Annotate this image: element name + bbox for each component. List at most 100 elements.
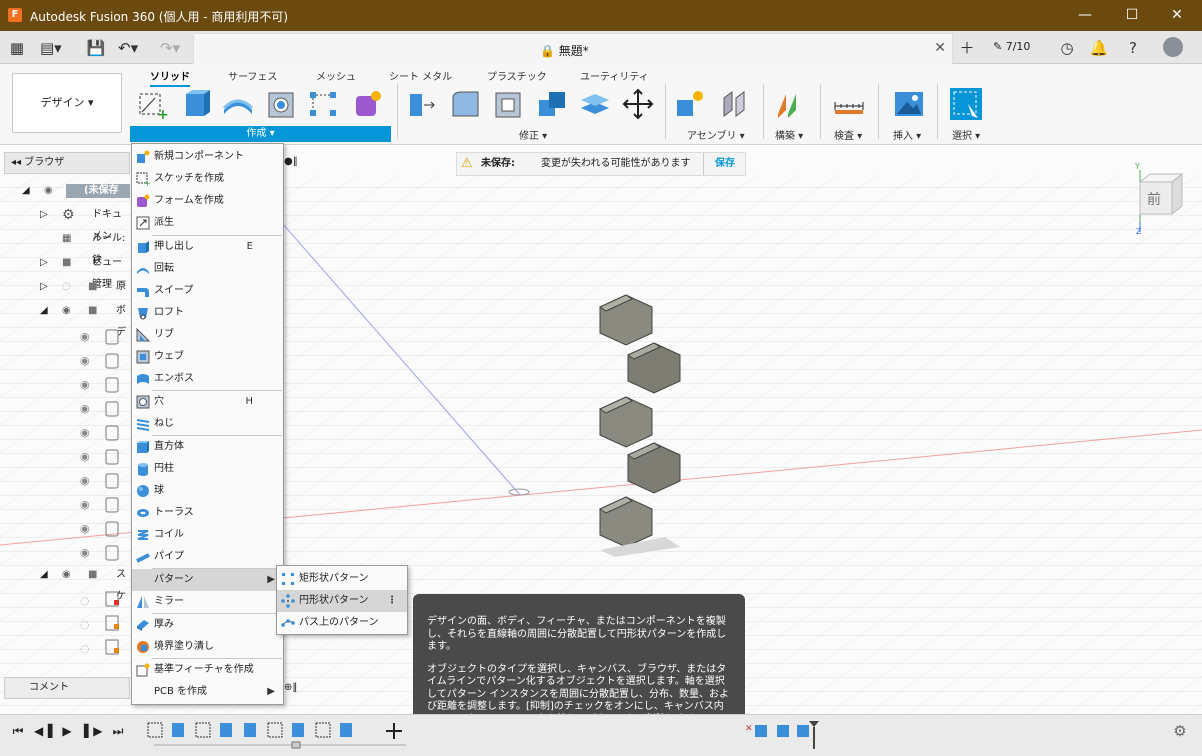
expand-arrow-icon[interactable]: ▷ <box>40 252 48 274</box>
submenu-item-circular-pattern[interactable]: 円形状パターン ⋮ <box>277 590 407 612</box>
revolve-icon[interactable] <box>222 88 254 120</box>
tab-solid[interactable]: ソリッド <box>150 68 190 87</box>
more-options-icon[interactable]: ⋮ <box>387 590 397 612</box>
expand-arrow-icon[interactable]: ▷ <box>40 276 48 298</box>
view-cube[interactable]: Y Z 前 <box>1128 160 1190 236</box>
menu-item-create-pcb[interactable]: PCB を作成 ▶ <box>132 681 283 703</box>
job-status[interactable]: ✎ 7/10 <box>993 40 1030 53</box>
timeline-start-icon[interactable]: ⏮ <box>10 723 26 739</box>
tab-sheet-metal[interactable]: シート メタル <box>389 68 452 83</box>
maximize-button[interactable]: ☐ <box>1121 6 1143 24</box>
offset-plane-icon[interactable] <box>774 88 806 120</box>
timeline-features-end[interactable]: ✕ <box>745 721 825 751</box>
browser-pin-icon[interactable]: ●‖ <box>284 156 298 167</box>
menu-item-base-feature[interactable]: 基準フィーチャを作成 <box>132 659 283 681</box>
menu-item-revolve[interactable]: 回転 <box>132 258 283 280</box>
help-icon[interactable]: ? <box>1123 38 1143 58</box>
timeline-forward-icon[interactable]: ▌▶ <box>84 723 102 739</box>
tree-row-root[interactable]: ◢ ◉ (未保存 <box>0 180 130 202</box>
create-sketch-icon[interactable]: + <box>137 88 169 120</box>
clock-icon[interactable]: ◷ <box>1057 38 1077 58</box>
menu-item-thread[interactable]: ねじ <box>132 413 283 435</box>
create-form-icon[interactable] <box>352 88 384 120</box>
browser-panel-header[interactable]: ◂◂ ブラウザ <box>4 152 130 174</box>
select-icon[interactable] <box>950 88 982 120</box>
extrude-icon[interactable] <box>180 88 212 120</box>
offset-face-icon[interactable] <box>579 88 611 120</box>
modify-group-label[interactable]: 修正 ▾ <box>519 127 547 142</box>
collapse-arrow-icon[interactable]: ◢ <box>40 564 48 586</box>
comments-panel-header[interactable]: コメント <box>4 677 130 699</box>
file-menu-icon[interactable]: ▤▾ <box>40 38 62 58</box>
joint-icon[interactable] <box>718 88 750 120</box>
redo-icon[interactable]: ↷▾ <box>160 38 180 58</box>
menu-item-coil[interactable]: コイル <box>132 524 283 546</box>
rectangular-pattern-icon[interactable] <box>308 88 340 120</box>
create-group-label[interactable]: 作成 ▾ <box>130 126 391 142</box>
tree-row-bodies[interactable]: ◢ ◉ ■ ボデ <box>0 300 130 338</box>
menu-item-loft[interactable]: ロフト <box>132 302 283 324</box>
assemble-group-label[interactable]: アセンブリ ▾ <box>687 127 745 142</box>
tree-row-document-settings[interactable]: ▷ ⚙ ドキュメン <box>0 204 130 242</box>
tree-row-origin[interactable]: ▷ ◌ ■ 原 <box>0 276 130 298</box>
expand-arrow-icon[interactable]: ▷ <box>40 204 48 226</box>
menu-item-derive[interactable]: 派生 <box>132 212 283 234</box>
timeline-play-icon[interactable]: ▶ <box>59 723 75 739</box>
inspect-group-label[interactable]: 検査 ▾ <box>834 127 862 142</box>
menu-item-create-sketch[interactable]: + スケッチを作成 <box>132 168 283 190</box>
move-icon[interactable] <box>622 88 654 120</box>
hidden-eye-icon[interactable]: ◌ <box>62 276 71 298</box>
submenu-item-rectangular-pattern[interactable]: 矩形状パターン <box>277 568 407 590</box>
close-window-button[interactable]: ✕ <box>1166 6 1188 24</box>
menu-item-sweep[interactable]: スイープ <box>132 280 283 302</box>
visibility-eye-icon[interactable]: ◉ <box>62 564 71 586</box>
menu-item-new-component[interactable]: 新規コンポーネント <box>132 146 283 168</box>
menu-item-hole[interactable]: 穴H <box>132 391 283 413</box>
hole-icon[interactable] <box>266 88 298 120</box>
save-icon[interactable]: 💾 <box>86 38 106 58</box>
menu-item-boundary-fill[interactable]: 境界塗り潰し <box>132 636 283 658</box>
menu-item-sphere[interactable]: 球 <box>132 480 283 502</box>
measure-icon[interactable] <box>833 88 865 120</box>
submenu-item-pattern-on-path[interactable]: パス上のパターン <box>277 612 407 634</box>
visibility-eye-icon[interactable]: ◉ <box>62 300 71 322</box>
menu-item-rib[interactable]: リブ <box>132 324 283 346</box>
visibility-eye-icon[interactable]: ◉ <box>44 180 53 202</box>
notification-bell-icon[interactable]: 🔔 <box>1089 38 1109 58</box>
tab-mesh[interactable]: メッシュ <box>316 68 356 83</box>
timeline-features[interactable] <box>146 721 413 751</box>
menu-item-web[interactable]: ウェブ <box>132 346 283 368</box>
select-group-label[interactable]: 選択 ▾ <box>952 127 980 142</box>
menu-item-pipe[interactable]: パイプ <box>132 546 283 568</box>
user-avatar[interactable] <box>1163 37 1183 57</box>
menu-item-box[interactable]: 直方体 <box>132 436 283 458</box>
insert-image-icon[interactable] <box>893 88 925 120</box>
new-component-icon[interactable] <box>674 88 706 120</box>
collapse-panel-icon[interactable]: ◂◂ <box>11 157 21 168</box>
insert-group-label[interactable]: 挿入 ▾ <box>893 127 921 142</box>
shell-icon[interactable] <box>493 88 525 120</box>
menu-item-cylinder[interactable]: 円柱 <box>132 458 283 480</box>
new-tab-icon[interactable]: ＋ <box>957 38 977 58</box>
add-comment-icon[interactable]: ⊕‖ <box>284 682 297 693</box>
menu-item-pattern[interactable]: パターン ▶ <box>132 569 283 591</box>
close-tab-icon[interactable]: ✕ <box>934 40 946 56</box>
menu-item-thicken[interactable]: 厚み <box>132 614 283 636</box>
app-grid-icon[interactable]: ▦ <box>7 38 27 58</box>
menu-item-torus[interactable]: トーラス <box>132 502 283 524</box>
construct-group-label[interactable]: 構築 ▾ <box>775 127 803 142</box>
collapse-arrow-icon[interactable]: ◢ <box>22 180 30 202</box>
minimize-button[interactable]: — <box>1074 6 1096 24</box>
fillet-icon[interactable] <box>450 88 482 120</box>
press-pull-icon[interactable] <box>406 88 438 120</box>
menu-item-create-form[interactable]: フォームを作成 <box>132 190 283 212</box>
collapse-arrow-icon[interactable]: ◢ <box>40 300 48 322</box>
tab-plastic[interactable]: プラスチック <box>487 68 547 83</box>
tree-row-sketches[interactable]: ◢ ◉ ■ スケ <box>0 564 130 602</box>
timeline-end-icon[interactable]: ⏭ <box>110 723 126 739</box>
tree-row-rule[interactable]: ▦ ルール: 鉄 <box>0 228 130 266</box>
menu-item-emboss[interactable]: エンボス <box>132 368 283 390</box>
workspace-switcher[interactable]: デザイン ▾ <box>12 73 122 133</box>
save-link[interactable]: 保存 <box>715 153 735 175</box>
tab-surface[interactable]: サーフェス <box>228 68 277 83</box>
